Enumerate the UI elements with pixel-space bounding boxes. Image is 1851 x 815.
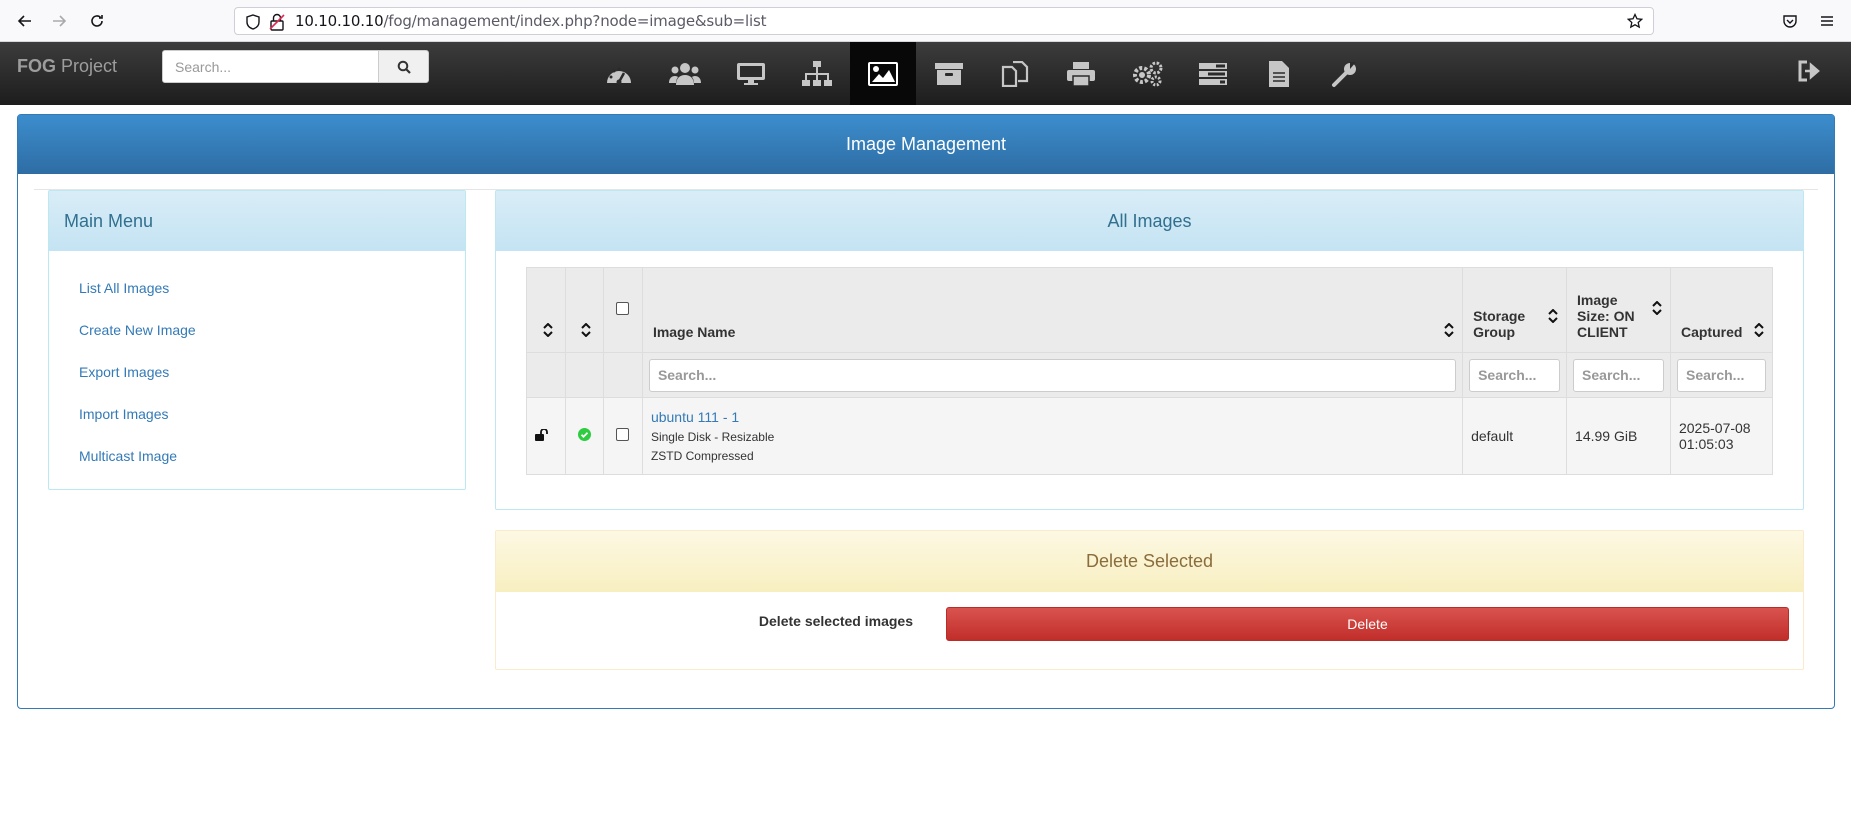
sort-icon [1754,322,1764,340]
storage-group-search-cell [1462,352,1568,398]
delete-selected-panel: Delete Selected Delete selected images D… [495,530,1804,670]
empty-search-cell [602,352,643,398]
empty-search-cell [564,352,604,398]
delete-selected-label: Delete selected images [758,613,913,629]
captured-time: 01:05:03 [1678,436,1734,452]
row-checkbox[interactable] [616,428,630,441]
all-images-panel: All Images Image Name Storage Group Image… [495,190,1804,510]
image-size-search-input[interactable] [1573,358,1664,392]
wrench-icon[interactable] [1312,42,1378,105]
menu-item-multicast-image[interactable]: Multicast Image [79,435,465,477]
dashboard-icon[interactable] [586,42,652,105]
menu-item-import-images[interactable]: Import Images [79,393,465,435]
storage-group-header-line2: Group [1473,324,1516,340]
storage-group-cell: default [1462,397,1568,475]
menu-item-export-images[interactable]: Export Images [79,351,465,393]
url-text: 10.10.10.10/fog/management/index.php?nod… [295,12,766,30]
captured-date: 2025-07-08 [1678,420,1751,436]
users-icon[interactable] [652,42,718,105]
check-circle-icon [577,428,591,444]
browser-toolbar: 10.10.10.10/fog/management/index.php?nod… [0,0,1851,42]
images-table: Image Name Storage Group Image Size: ON CLI… [526,267,1774,475]
image-size-header-line2: Size: ON [1577,308,1635,324]
delete-button[interactable]: Delete [946,607,1789,641]
image-name-header-label: Image Name [652,324,736,340]
image-type: Single Disk - Resizable [650,430,775,444]
nav-icon-bar [586,42,1378,105]
navbar-search-button[interactable] [378,50,429,83]
status-column-header[interactable] [564,267,604,353]
brand-bold: FOG [17,56,56,76]
search-icon [397,60,411,74]
table-row: ubuntu 111 - 1 Single Disk - Resizable Z… [526,397,1774,475]
image-name-link[interactable]: ubuntu 111 - 1 [651,409,1454,425]
storage-group-header-line1: Storage [1473,308,1526,324]
storage-group-search-input[interactable] [1469,358,1561,392]
all-images-title: All Images [496,191,1803,251]
logout-icon[interactable] [1797,60,1821,87]
brand-rest: Project [56,56,118,76]
captured-cell: 2025-07-08 01:05:03 [1669,397,1774,475]
hamburger-menu-icon[interactable] [1815,9,1839,33]
menu-item-list-all-images[interactable]: List All Images [79,267,465,309]
image-size-header-line1: Image [1577,292,1618,308]
navbar-search-input[interactable] [162,50,379,83]
insecure-lock-icon [269,13,285,36]
image-size-column-header[interactable]: Image Size: ON CLIENT [1566,267,1671,353]
lock-column-header[interactable] [526,267,566,353]
status-cell [564,397,604,475]
captured-column-header[interactable]: Captured [1669,267,1774,353]
menu-item-create-new-image[interactable]: Create New Image [79,309,465,351]
image-name-search-input[interactable] [648,358,1457,392]
storage-group-column-header[interactable]: Storage Group [1462,267,1568,353]
image-size-header-line3: CLIENT [1577,324,1628,340]
sort-icon [1444,322,1454,340]
pocket-icon[interactable] [1778,9,1802,33]
image-compression: ZSTD Compressed [650,449,754,463]
page-title: Image Management [18,115,1834,174]
main-menu-panel: Main Menu List All Images Create New Ima… [48,190,466,490]
sort-icon [1652,300,1662,318]
file-icon[interactable] [1246,42,1312,105]
archive-icon[interactable] [916,42,982,105]
forward-icon[interactable] [47,9,71,33]
captured-header-label: Captured [1680,324,1743,340]
image-name-cell: ubuntu 111 - 1 Single Disk - Resizable Z… [641,397,1464,475]
desktop-icon[interactable] [718,42,784,105]
print-icon[interactable] [1048,42,1114,105]
url-host: 10.10.10.10 [295,12,384,30]
sort-icon [581,322,591,340]
image-name-column-header[interactable]: Image Name [641,267,1464,353]
main-menu-list: List All Images Create New Image Export … [49,251,465,477]
lock-cell [526,397,566,475]
captured-search-cell [1669,352,1774,398]
image-icon[interactable] [850,42,916,105]
select-all-header [602,267,643,353]
sort-icon [543,322,553,340]
sort-icon [1548,308,1558,326]
image-size-cell: 14.99 GiB [1566,397,1671,475]
image-name-search-cell [641,352,1464,398]
cogs-icon[interactable] [1114,42,1180,105]
copy-icon[interactable] [982,42,1048,105]
back-icon[interactable] [13,9,37,33]
delete-selected-title: Delete Selected [496,531,1803,592]
tasks-icon[interactable] [1180,42,1246,105]
top-navbar: FOG Project [0,42,1851,105]
sitemap-icon[interactable] [784,42,850,105]
main-menu-title: Main Menu [49,191,465,251]
unlock-icon[interactable] [535,428,549,444]
url-path: /fog/management/index.php?node=image&sub… [383,12,767,30]
reload-icon[interactable] [85,9,109,33]
empty-search-cell [526,352,566,398]
image-size-search-cell [1566,352,1671,398]
url-bar[interactable]: 10.10.10.10/fog/management/index.php?nod… [234,7,1654,35]
select-all-checkbox[interactable] [616,302,630,315]
select-cell [602,397,643,475]
image-management-panel: Image Management Main Menu List All Imag… [17,114,1835,709]
brand[interactable]: FOG Project [17,56,117,77]
captured-search-input[interactable] [1676,358,1766,392]
bookmark-star-icon[interactable] [1626,12,1644,34]
shield-icon [245,14,261,35]
